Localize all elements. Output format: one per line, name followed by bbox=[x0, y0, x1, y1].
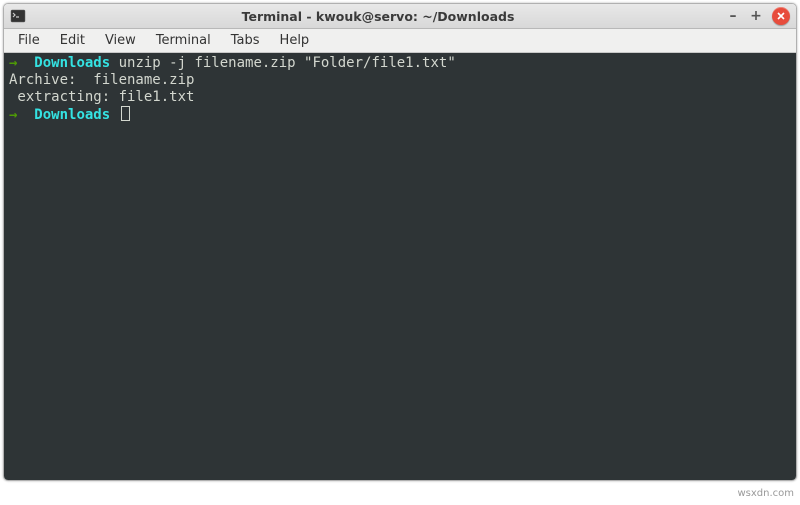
menu-help[interactable]: Help bbox=[270, 30, 320, 51]
maximize-button[interactable]: + bbox=[749, 9, 763, 23]
terminal-body[interactable]: → Downloads unzip -j filename.zip "Folde… bbox=[4, 53, 796, 480]
terminal-icon bbox=[10, 8, 26, 24]
output-line-2: extracting: file1.txt bbox=[9, 89, 194, 105]
menu-file[interactable]: File bbox=[8, 30, 50, 51]
prompt-arrow-icon: → bbox=[9, 55, 17, 71]
titlebar[interactable]: Terminal - kwouk@servo: ~/Downloads – + bbox=[4, 4, 796, 29]
terminal-window: Terminal - kwouk@servo: ~/Downloads – + … bbox=[3, 3, 797, 481]
menu-edit[interactable]: Edit bbox=[50, 30, 95, 51]
close-button[interactable] bbox=[772, 7, 790, 25]
command-line-1: unzip -j filename.zip "Folder/file1.txt" bbox=[119, 55, 456, 71]
window-controls: – + bbox=[726, 7, 790, 25]
minimize-button[interactable]: – bbox=[726, 9, 740, 23]
menu-terminal[interactable]: Terminal bbox=[146, 30, 221, 51]
menu-view[interactable]: View bbox=[95, 30, 146, 51]
watermark: wsxdn.com bbox=[737, 488, 794, 499]
cursor bbox=[121, 106, 130, 121]
prompt-directory: Downloads bbox=[34, 55, 110, 71]
menubar: File Edit View Terminal Tabs Help bbox=[4, 29, 796, 53]
prompt-arrow-icon: → bbox=[9, 107, 17, 123]
window-title: Terminal - kwouk@servo: ~/Downloads bbox=[30, 9, 726, 24]
output-line-1: Archive: filename.zip bbox=[9, 72, 194, 88]
prompt-directory: Downloads bbox=[34, 107, 110, 123]
menu-tabs[interactable]: Tabs bbox=[221, 30, 270, 51]
